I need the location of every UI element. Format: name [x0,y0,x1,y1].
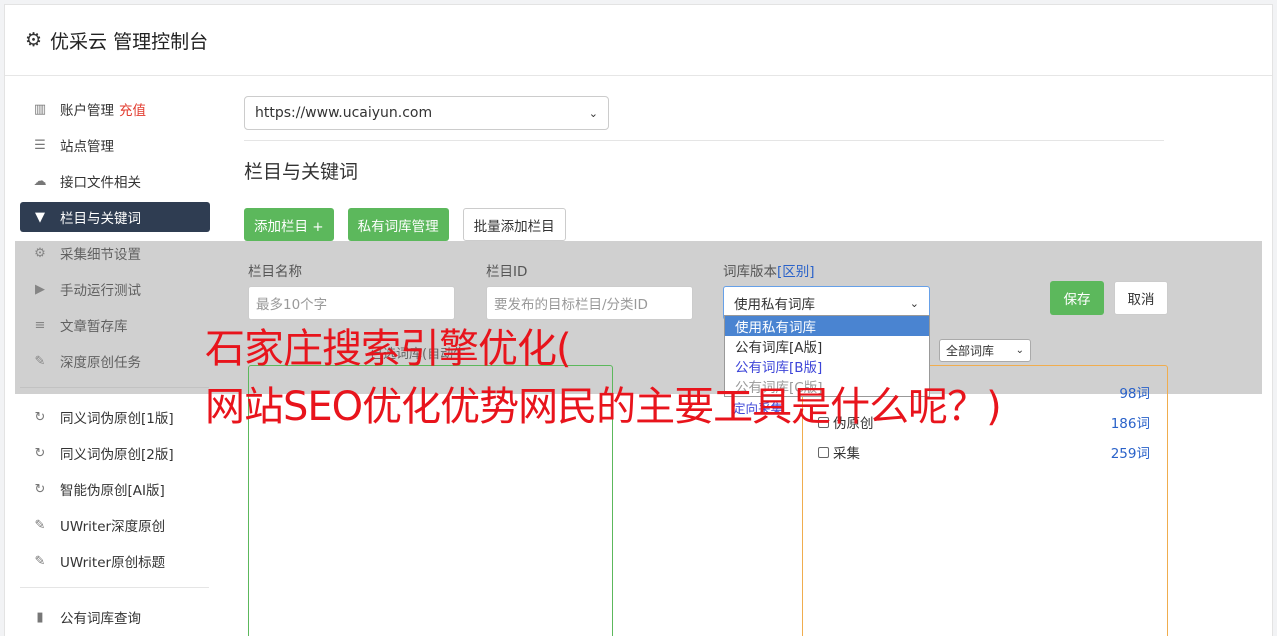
chevron-down-icon: ⌄ [909,296,919,310]
sidebar-item-label: 账户管理 [60,103,114,119]
private-lib-button[interactable]: 私有词库管理 [347,208,449,241]
edit-icon: ✎ [34,517,46,533]
column-id-label: 栏目ID [486,264,528,280]
page-header: ⚙ 优采云 管理控制台 [5,5,1272,76]
lib-checkbox[interactable] [818,446,829,458]
section-divider [244,140,1164,141]
sidebar-item-account[interactable]: ▥ 账户管理 充值 [20,94,210,124]
site-select[interactable]: https://www.ucaiyun.com ⌄ [244,96,609,130]
cloud-upload-icon: ☁ [33,173,47,189]
lib-name-wrap: 采集 [818,442,860,462]
site-select-value: https://www.ucaiyun.com [255,105,433,121]
sidebar-item-label: UWriter原创标题 [60,555,166,571]
headline-line-2: 网站SEO优化优势网民的主要工具是什么呢？) [205,384,1002,430]
gear-icon: ⚙ [25,29,43,51]
server-icon: ☰ [34,137,46,153]
sidebar-item-interface[interactable]: ☁ 接口文件相关 [20,166,210,196]
sidebar-item-synonym-v1[interactable]: ↻ 同义词伪原创[1版] [20,402,210,432]
sidebar-item-sites[interactable]: ☰ 站点管理 [20,130,210,160]
sidebar-item-label: UWriter深度原创 [60,519,166,535]
filter-icon: ▼ [35,209,45,225]
sidebar-item-ai-rewrite[interactable]: ↻ 智能伪原创[AI版] [20,474,210,504]
column-name-label: 栏目名称 [248,264,302,280]
sidebar-divider [20,587,209,588]
lib-name: 采集 [833,446,860,462]
batch-add-button[interactable]: 批量添加栏目 [462,208,566,241]
headline-line-1: 石家庄搜索引擎优化( [205,326,572,372]
add-column-button[interactable]: 添加栏目 + [244,208,334,241]
refresh-icon: ↻ [34,481,46,497]
sidebar-item-label: 同义词伪原创[1版] [60,411,174,427]
sidebar-item-uwriter-title[interactable]: ✎ UWriter原创标题 [20,546,210,576]
lib-version-label-text: 词库版本 [723,264,777,280]
page-title: 优采云 管理控制台 [50,30,209,53]
cancel-button[interactable]: 取消 [1114,281,1168,315]
edit-icon: ✎ [34,553,46,569]
lib-count: 259词 [1110,446,1150,462]
sidebar-item-label: 同义词伪原创[2版] [60,447,174,463]
lib-version-group: 词库版本[区别] 使用私有词库 ⌄ [723,260,930,320]
refresh-icon: ↻ [34,409,46,425]
lib-count: 98词 [1119,386,1150,402]
chevron-down-icon: ⌄ [1015,345,1024,356]
sidebar-item-label: 栏目与关键词 [60,211,141,227]
lib-version-value: 使用私有词库 [734,297,815,313]
recharge-link[interactable]: 充值 [119,99,146,119]
difference-link[interactable]: [区别] [777,264,815,280]
bar-chart-icon: ▥ [33,101,47,117]
sidebar-item-label: 接口文件相关 [60,175,141,191]
lib-version-label: 词库版本[区别] [723,260,930,280]
sidebar-item-label: 智能伪原创[AI版] [60,483,165,499]
column-id-group: 栏目ID 要发布的目标栏目/分类ID [486,260,693,320]
lib-row[interactable]: 采集 259词 [818,442,1150,462]
book-icon: ▮ [36,609,44,625]
sidebar-item-label: 站点管理 [60,139,114,155]
column-id-input[interactable]: 要发布的目标栏目/分类ID [486,286,693,320]
action-buttons: 添加栏目 + 私有词库管理 批量添加栏目 [244,208,1164,241]
refresh-icon: ↻ [34,445,46,461]
sidebar-item-uwriter-deep[interactable]: ✎ UWriter深度原创 [20,510,210,540]
lib-count: 186词 [1110,416,1150,432]
section-title: 栏目与关键词 [244,161,359,183]
sidebar-item-label: 公有词库查询 [60,611,141,627]
sidebar-item-synonym-v2[interactable]: ↻ 同义词伪原创[2版] [20,438,210,468]
main-content: https://www.ucaiyun.com ⌄ 栏目与关键词 添加栏目 + … [244,96,1164,241]
overlay-headline: 石家庄搜索引擎优化( 网站SEO优化优势网民的主要工具是什么呢？) [205,320,1002,436]
sidebar-item-columns[interactable]: ▼ 栏目与关键词 [20,202,210,232]
column-name-group: 栏目名称 最多10个字 [248,260,455,320]
sidebar-item-public-lib[interactable]: ▮ 公有词库查询 [20,602,210,632]
chevron-down-icon: ⌄ [588,106,598,120]
column-name-input[interactable]: 最多10个字 [248,286,455,320]
save-button[interactable]: 保存 [1050,281,1104,315]
